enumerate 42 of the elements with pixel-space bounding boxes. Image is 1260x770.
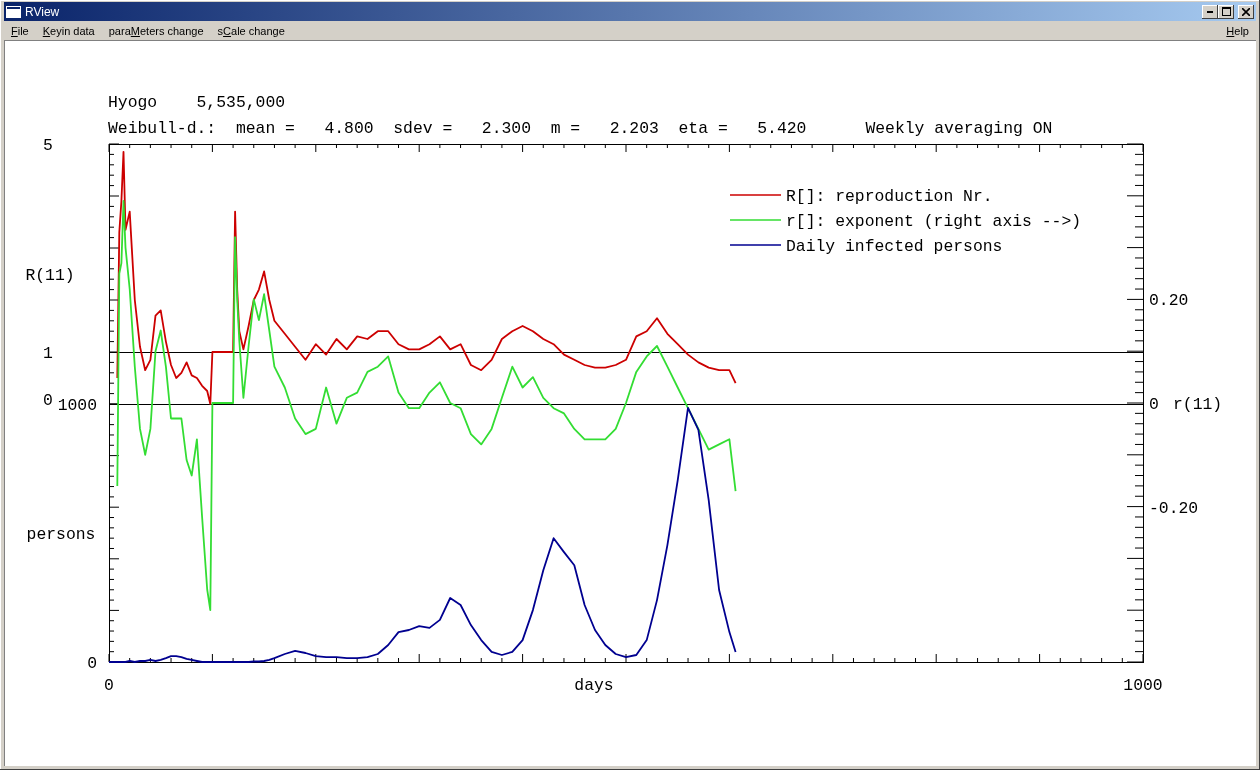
parameter-label: eta = <box>678 118 728 140</box>
menu-item[interactable]: File <box>4 24 36 37</box>
maximize-button[interactable] <box>1218 4 1234 19</box>
minimize-icon <box>1207 10 1213 13</box>
axis-tick-label: 0 <box>1149 395 1159 414</box>
axis-title: r(11) <box>1173 395 1223 414</box>
legend-label: R[]: reproduction Nr. <box>786 187 993 206</box>
menu-item[interactable]: paraMeters change <box>101 24 211 37</box>
parameter-value: 4.800 <box>324 118 374 140</box>
window-title: RView <box>25 4 60 19</box>
axis-tick-label: -0.20 <box>1149 498 1199 518</box>
legend-label: Daily infected persons <box>786 237 1003 256</box>
axis-tick-label: 5 <box>43 136 53 155</box>
parameter-label: sdev = <box>393 118 453 140</box>
distribution-label: Weibull-d.: <box>108 118 217 140</box>
menu-item[interactable]: Help <box>1219 24 1256 37</box>
parameter-value: 5.420 <box>757 118 807 140</box>
axis-title: persons <box>26 525 96 544</box>
parameter-label: mean = <box>235 118 295 140</box>
axis-tick-label: 0.20 <box>1149 291 1189 311</box>
axis-tick-label: 0 <box>87 654 97 673</box>
axis-tick-label: 0 <box>104 676 114 695</box>
parameter-label: m = <box>550 118 581 140</box>
region-name: Hyogo <box>108 92 158 114</box>
averaging-status: Weekly averaging ON <box>865 118 1053 140</box>
parameter-value: 2.203 <box>609 118 659 140</box>
axis-tick-label: 1000 <box>57 396 97 415</box>
axis-tick-label: 1 <box>43 344 53 363</box>
axis-title: days <box>574 676 614 695</box>
parameter-value: 2.300 <box>481 118 531 140</box>
population-value: 5,535,000 <box>196 92 286 114</box>
close-button[interactable] <box>1238 4 1254 19</box>
axis-tick-label: 0 <box>43 391 53 410</box>
maximize-icon <box>1221 7 1231 16</box>
minimize-button[interactable] <box>1202 4 1218 19</box>
menu-item[interactable]: Keyin data <box>35 24 102 37</box>
legend-label: r[]: exponent (right axis -->) <box>786 212 1082 231</box>
axis-title: R(11) <box>25 266 75 285</box>
window-icon <box>6 5 21 18</box>
menu-item[interactable]: sCale change <box>210 24 292 37</box>
close-icon <box>1242 7 1250 16</box>
axis-tick-label: 1000 <box>1123 676 1163 695</box>
